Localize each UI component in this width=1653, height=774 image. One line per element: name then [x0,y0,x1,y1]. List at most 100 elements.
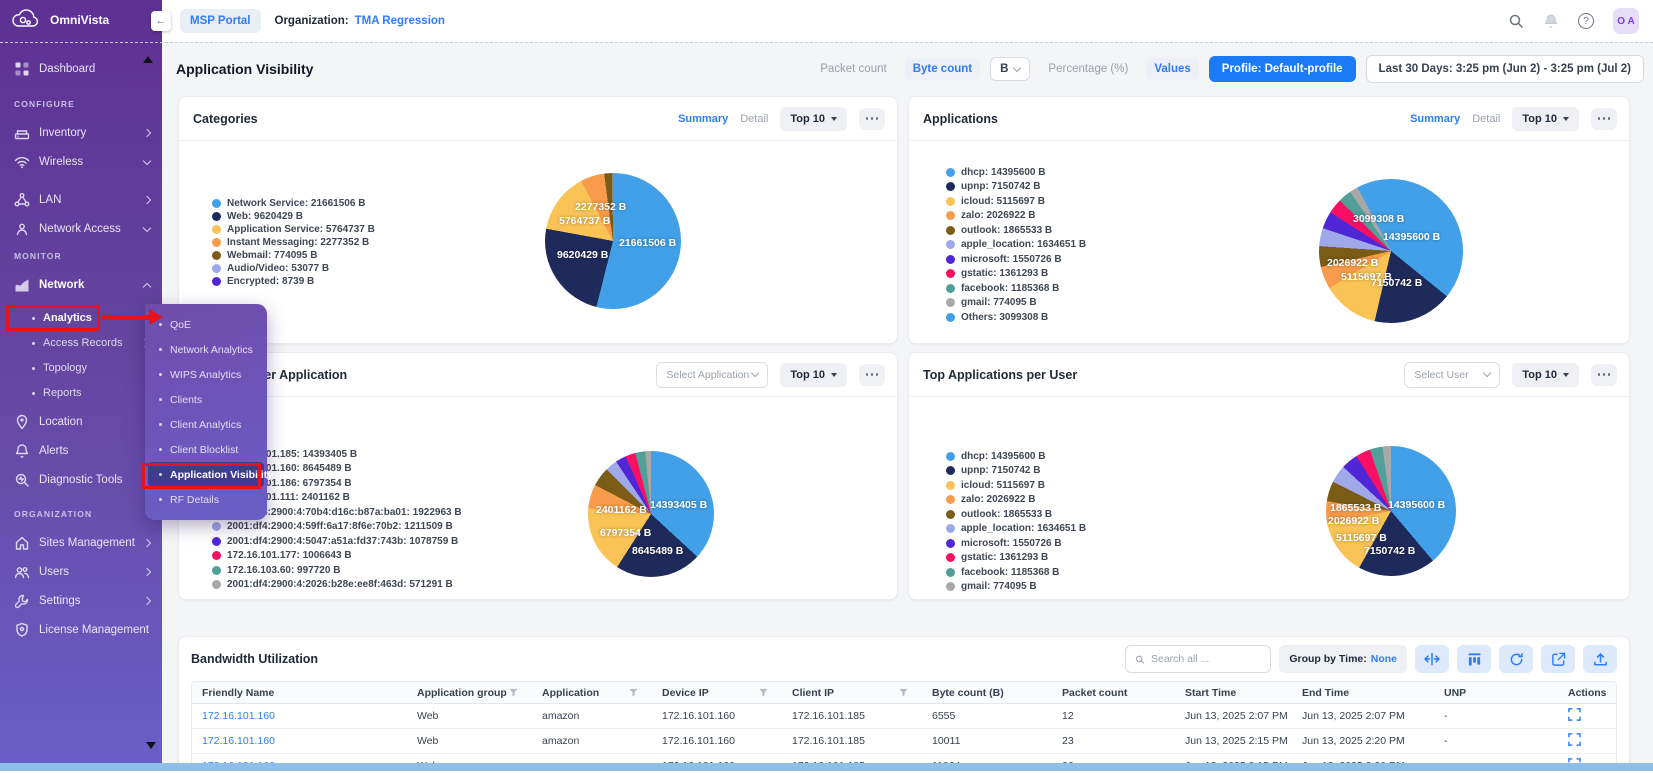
sidebar-item-location[interactable]: Location [0,410,162,434]
avatar[interactable]: O A [1613,8,1639,34]
legend-item[interactable]: icloud: 5115697 B [946,194,1086,209]
flyout-menu-item[interactable]: Client Blocklist [145,437,267,462]
date-range-picker[interactable]: Last 30 Days: 3:25 pm (Jun 2) - 3:25 pm … [1366,55,1644,83]
detail-tab[interactable]: Detail [740,113,768,125]
expand-row-button[interactable] [1568,733,1581,746]
column-header-start-time[interactable]: Start Time [1175,687,1292,699]
legend-item[interactable]: microsoft: 1550726 B [946,252,1086,267]
legend-item[interactable]: 172.16.101.177: 1006643 B [212,549,462,564]
legend-item[interactable]: zalo: 2026922 B [946,209,1086,224]
flyout-menu-item[interactable]: QoE [145,312,267,337]
column-header-byte-count[interactable]: Byte count (B) [922,687,1052,699]
legend-item[interactable]: facebook: 1185368 B [946,281,1086,296]
column-header-packet-count[interactable]: Packet count [1052,687,1175,699]
sidebar-item-license-management[interactable]: License Management [0,618,162,642]
detail-tab[interactable]: Detail [1472,113,1500,125]
filter-icon[interactable] [759,688,768,697]
notifications-bell-icon[interactable] [1543,13,1559,29]
applications-pie-chart[interactable]: 3099308 B 14395600 B 2026922 B 5115697 B… [1319,179,1463,323]
top-n-dropdown[interactable]: Top 10 [1512,363,1579,387]
msp-portal-button[interactable]: MSP Portal [180,9,261,33]
legend-item[interactable]: Webmail: 774095 B [212,249,375,262]
legend-item[interactable]: Network Service: 21661506 B [212,197,375,210]
summary-tab[interactable]: Summary [1410,113,1460,125]
filter-icon[interactable] [629,688,638,697]
column-header-client-ip[interactable]: Client IP [782,687,922,699]
flyout-menu-item[interactable]: RF Details [145,487,267,512]
sidebar-item-diagnostic-tools[interactable]: Diagnostic Tools [0,468,162,492]
sidebar-item-dashboard[interactable]: Dashboard [0,57,162,81]
sidebar-item-settings[interactable]: Settings [0,589,162,613]
sidebar-collapse-button[interactable]: ← [151,11,171,31]
legend-item[interactable]: dhcp: 14395600 B [946,165,1086,180]
legend-item[interactable]: gstatic: 1361293 B [946,551,1086,566]
flyout-menu-item[interactable]: Network Analytics [145,337,267,362]
sidebar-subitem-topology[interactable]: Topology [0,357,162,379]
legend-item[interactable]: Application Service: 5764737 B [212,223,375,236]
legend-item[interactable]: 2001:df4:2900:4:2026:b28e:ee8f:463d: 571… [212,578,462,593]
legend-item[interactable]: dhcp: 14395600 B [946,449,1086,464]
column-header-application-group[interactable]: Application group [407,687,532,699]
sidebar-item-sites-management[interactable]: Sites Management [0,531,162,555]
categories-pie-chart[interactable]: 2277352 B 5764737 B 9620429 B 21661506 B [545,173,681,309]
sidebar-item-network-access[interactable]: Network Access [0,217,162,241]
legend-item[interactable]: microsoft: 1550726 B [946,536,1086,551]
legend-item[interactable]: Instant Messaging: 2277352 B [212,236,375,249]
legend-item[interactable]: 172.16.103.60: 997720 B [212,563,462,578]
expand-row-button[interactable] [1568,708,1581,721]
organization-value-link[interactable]: TMA Regression [355,15,445,27]
columns-button[interactable] [1457,645,1491,673]
legend-item[interactable]: gstatic: 1361293 B [946,267,1086,282]
top-users-pie-chart[interactable]: 14393405 B 2401162 B 6797354 B 8645489 B [588,451,714,577]
column-header-unp[interactable]: UNP [1410,687,1532,699]
more-options-button[interactable] [1591,108,1617,130]
column-header-device-ip[interactable]: Device IP [652,687,782,699]
legend-item[interactable]: 2001:df4:2900:4:59ff:6a17:8f6e:70b2: 121… [212,520,462,535]
top-n-dropdown[interactable]: Top 10 [780,363,847,387]
more-options-button[interactable] [1591,364,1617,386]
legend-item[interactable]: apple_location: 1634651 B [946,238,1086,253]
top-n-dropdown[interactable]: Top 10 [1512,107,1579,131]
legend-item[interactable]: Audio/Video: 53077 B [212,262,375,275]
flyout-menu-item[interactable]: WIPS Analytics [145,362,267,387]
legend-item[interactable]: upnp: 7150742 B [946,464,1086,479]
select-user-dropdown[interactable]: Select User [1404,362,1500,388]
group-by-time-button[interactable]: Group by Time: None [1279,645,1407,673]
legend-item[interactable]: facebook: 1185368 B [946,565,1086,580]
flyout-menu-item[interactable]: Clients [145,387,267,412]
sidebar-item-inventory[interactable]: Inventory [0,121,162,145]
packet-count-toggle[interactable]: Packet count [812,58,894,80]
summary-tab[interactable]: Summary [678,113,728,125]
sidebar-scroll-down-icon[interactable] [146,742,156,749]
more-options-button[interactable] [859,364,885,386]
select-application-dropdown[interactable]: Select Application [656,362,768,388]
legend-item[interactable]: Web: 9620429 B [212,210,375,223]
legend-item[interactable]: outlook: 1865533 B [946,223,1086,238]
search-icon[interactable] [1508,13,1524,29]
legend-item[interactable]: gmail: 774095 B [946,580,1086,595]
profile-button[interactable]: Profile: Default-profile [1209,56,1356,82]
unit-dropdown[interactable]: B [990,57,1030,81]
legend-item[interactable]: gmail: 774095 B [946,296,1086,311]
column-header-friendly-name[interactable]: Friendly Name [192,687,407,699]
sidebar-item-wireless[interactable]: Wireless [0,150,162,174]
sidebar-subitem-reports[interactable]: Reports [0,382,162,404]
search-input[interactable] [1151,653,1261,665]
sidebar-item-lan[interactable]: LAN [0,188,162,212]
legend-item[interactable]: 2001:df4:2900:4:5047:a51a:fd37:743b: 107… [212,534,462,549]
percentage-toggle[interactable]: Percentage (%) [1040,58,1136,80]
open-in-new-button[interactable] [1541,645,1575,673]
legend-item[interactable]: upnp: 7150742 B [946,180,1086,195]
legend-item[interactable]: icloud: 5115697 B [946,478,1086,493]
help-icon[interactable]: ? [1578,13,1594,29]
export-button[interactable] [1583,645,1617,673]
sidebar-item-alerts[interactable]: Alerts [0,439,162,463]
fit-columns-button[interactable] [1415,645,1449,673]
sidebar-subitem-access-records[interactable]: Access Records [0,332,162,354]
refresh-button[interactable] [1499,645,1533,673]
sidebar-scroll-up-icon[interactable] [143,56,153,63]
column-header-end-time[interactable]: End Time [1292,687,1410,699]
filter-icon[interactable] [509,688,518,697]
legend-item[interactable]: outlook: 1865533 B [946,507,1086,522]
friendly-name-link[interactable]: 172.16.101.160 [192,710,407,722]
